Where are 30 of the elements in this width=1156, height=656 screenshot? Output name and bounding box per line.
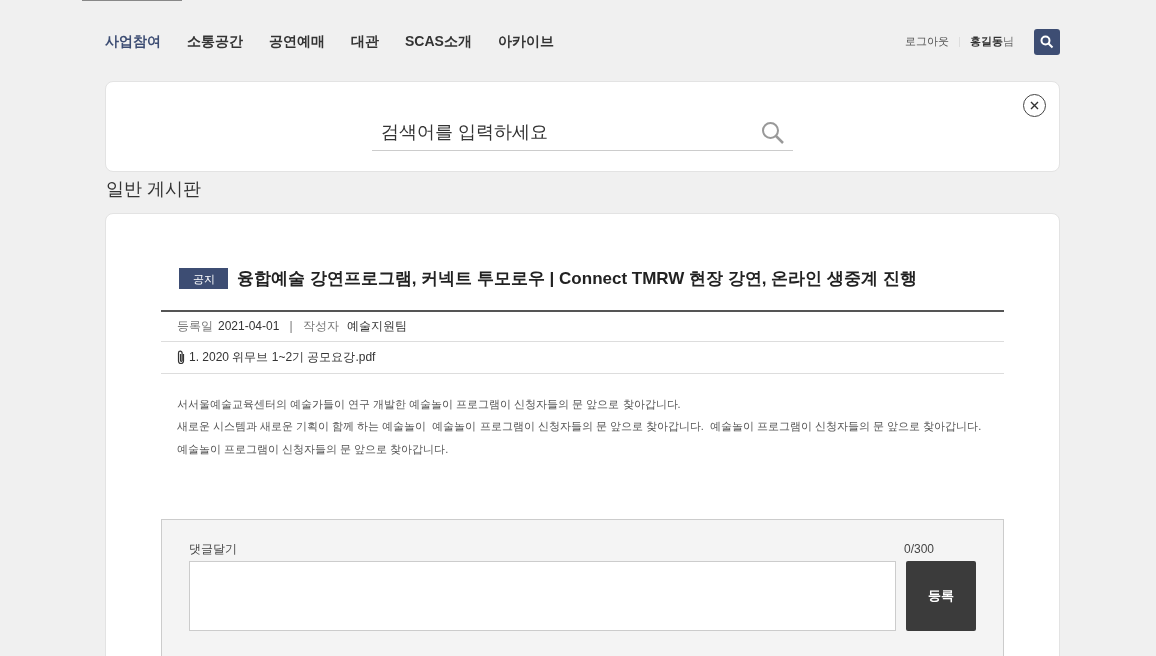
nav-item[interactable]: 공연예매	[269, 31, 325, 52]
notice-badge: 공지	[179, 268, 228, 290]
nav-item[interactable]: SCAS소개	[405, 31, 472, 52]
nav-item[interactable]: 소통공간	[187, 31, 243, 52]
author-label: 작성자	[302, 318, 339, 335]
search-button[interactable]	[1034, 28, 1060, 55]
separator: |	[289, 318, 293, 335]
search-field[interactable]: 검색어를 입력하세요	[381, 119, 761, 146]
nav-item[interactable]: 대관	[351, 31, 379, 52]
nav-item[interactable]: 아카이브	[497, 31, 554, 52]
post-date: 2021-04-01	[218, 318, 280, 335]
comment-label: 댓글달기	[189, 540, 237, 558]
date-label: 등록일	[177, 318, 213, 335]
close-icon	[1030, 101, 1039, 110]
body-text: 서서울예술교육센터의 예술가들이 연구 개발한 예술놀이 프로그램이 신청자들의 문 앞으로 찾아갑니다.	[177, 396, 682, 412]
nav-item[interactable]: 사업참여	[105, 31, 161, 52]
user-name: 홍길동님	[970, 34, 1014, 50]
search-icon	[761, 120, 785, 145]
page-title: 일반 게시판	[106, 178, 202, 200]
author-name: 예술지원팀	[346, 318, 407, 335]
paperclip-icon	[177, 349, 185, 365]
body-text: 예술놀이 프로그램이 신청자들의 문 앞으로 찾아갑니다.	[177, 441, 450, 457]
submit-button[interactable]: 등록	[906, 560, 976, 631]
search-icon	[1040, 34, 1054, 49]
body-text: 새로운 시스템과 새로운 기획이 함께 하는 예술놀이 예술놀이 프로그램이 신청자들의 문 앞으로 찾아갑니다. 예술놀이 프로그램이 신청자들의 문 앞으로 찾아갑니다.	[177, 419, 983, 434]
character-count: 0/300	[903, 540, 934, 558]
attachment-link[interactable]: 1. 2020 위무브 1~2기 공모요강.pdf	[189, 348, 376, 366]
logout-link[interactable]: 로그아웃	[905, 33, 949, 50]
comment-field[interactable]	[189, 560, 896, 631]
post-title: 융합예술 강연프로그램, 커넥트 투모로우 | Connect TMRW 현장 강연, 온라인 생중계 진행	[237, 268, 917, 290]
